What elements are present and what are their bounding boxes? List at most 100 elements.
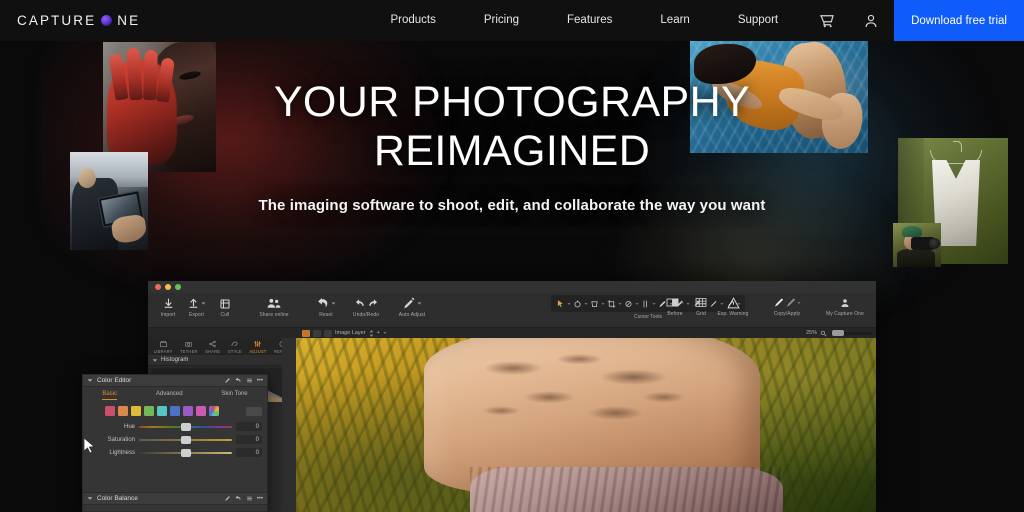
color-editor-title: Color Editor xyxy=(97,377,132,384)
top-navigation-bar: CAPTURE NE Products Pricing Features Lea… xyxy=(0,0,1024,41)
reset-icon[interactable] xyxy=(235,377,242,384)
share-tab-icon xyxy=(209,340,216,348)
image-viewer[interactable] xyxy=(296,338,876,512)
window-minimize-button[interactable] xyxy=(165,284,171,290)
saturation-slider-knob[interactable] xyxy=(180,435,191,444)
tool-tab-share-label: SHARE xyxy=(205,349,221,354)
picker-icon[interactable] xyxy=(224,377,231,384)
chevron-down-icon[interactable] xyxy=(152,358,158,363)
color-swatch-magenta[interactable] xyxy=(196,406,206,416)
spot-removal-cursor-icon[interactable] xyxy=(623,297,634,310)
saturation-slider-value[interactable]: 0 xyxy=(236,435,262,444)
color-editor-tab-skin-tone[interactable]: Skin Tone xyxy=(221,391,247,399)
add-layer-button[interactable]: + xyxy=(377,330,380,336)
chevron-updown-icon[interactable] xyxy=(369,329,374,337)
list-icon[interactable] xyxy=(246,377,253,384)
tool-tab-share[interactable]: SHARE xyxy=(205,340,220,354)
nav-item-support[interactable]: Support xyxy=(714,0,802,41)
cursor-tools-label: Cursor Tools xyxy=(634,314,662,320)
color-balance-header[interactable]: Color Balance ••• xyxy=(83,493,267,505)
toolbar-cull-button[interactable]: Cull xyxy=(211,296,239,318)
hue-slider[interactable] xyxy=(139,422,232,431)
page-title: YOUR PHOTOGRAPHY REIMAGINED xyxy=(0,78,1024,175)
lightness-slider[interactable] xyxy=(139,448,232,457)
tether-icon xyxy=(185,342,193,347)
toolbar-copy-apply-label: Copy/Apply xyxy=(773,311,801,317)
layer-select[interactable]: Image Layer xyxy=(335,330,366,336)
nav-item-pricing[interactable]: Pricing xyxy=(460,0,543,41)
window-close-button[interactable] xyxy=(155,284,161,290)
zoom-slider-knob[interactable] xyxy=(832,330,844,336)
crop-cursor-icon[interactable] xyxy=(606,297,617,310)
tool-tab-library[interactable]: LIBRARY xyxy=(154,340,173,354)
straighten-cursor-icon[interactable] xyxy=(640,297,651,310)
chevron-down-icon[interactable] xyxy=(383,331,387,335)
editing-preview-photo xyxy=(296,338,876,512)
color-swatch-red[interactable] xyxy=(105,406,115,416)
chevron-down-icon[interactable] xyxy=(87,496,93,501)
download-free-trial-button[interactable]: Download free trial xyxy=(894,0,1024,41)
lightness-slider-knob[interactable] xyxy=(180,448,191,457)
toolbar-auto-adjust-button[interactable]: Auto Adjust xyxy=(389,296,435,318)
account-icon[interactable] xyxy=(862,12,880,30)
histogram-panel-header[interactable]: Histogram ••• xyxy=(148,355,296,366)
toolbar-before-button[interactable]: Before xyxy=(660,295,690,317)
lightness-slider-value[interactable]: 0 xyxy=(236,448,262,457)
ellipsis-icon[interactable]: ••• xyxy=(257,496,263,502)
nav-item-features[interactable]: Features xyxy=(543,0,636,41)
ellipsis-icon[interactable]: ••• xyxy=(257,378,263,384)
toolbar-undo-redo-button[interactable]: Undo/Redo xyxy=(343,296,389,318)
color-swatch-green[interactable] xyxy=(144,406,154,416)
color-editor-tab-advanced[interactable]: Advanced xyxy=(156,391,183,399)
nav-item-learn[interactable]: Learn xyxy=(636,0,713,41)
window-zoom-button[interactable] xyxy=(175,284,181,290)
hero-copy: YOUR PHOTOGRAPHY REIMAGINED The imaging … xyxy=(0,78,1024,214)
panel-scroll-strip[interactable] xyxy=(282,338,296,512)
logo-text-capture: CAPTURE xyxy=(17,13,97,28)
brand-logo[interactable]: CAPTURE NE xyxy=(17,13,140,28)
import-icon xyxy=(162,296,175,311)
tool-tab-style[interactable]: STYLE xyxy=(228,340,242,354)
layer-view-icon[interactable] xyxy=(313,329,321,337)
toolbar-exposure-warning-button[interactable]: Exp. Warning xyxy=(712,295,754,317)
library-icon xyxy=(159,341,167,347)
picker-icon[interactable] xyxy=(224,495,231,502)
saturation-slider[interactable] xyxy=(139,435,232,444)
hue-slider-row: Hue 0 xyxy=(83,420,267,433)
toolbar-copy-apply-button[interactable]: Copy/Apply xyxy=(766,295,808,317)
rotate-cursor-icon[interactable] xyxy=(572,297,583,310)
color-editor-tab-basic[interactable]: Basic xyxy=(102,391,118,400)
toolbar-reset-button[interactable]: Reset xyxy=(309,296,343,318)
chevron-down-icon[interactable] xyxy=(87,378,93,383)
hue-slider-value[interactable]: 0 xyxy=(236,422,262,431)
keystone-cursor-icon[interactable] xyxy=(589,297,600,310)
auto-adjust-icon xyxy=(402,296,422,311)
cart-icon[interactable] xyxy=(818,12,836,30)
color-swatch-more-button[interactable] xyxy=(246,406,262,416)
color-swatch-cyan[interactable] xyxy=(157,406,167,416)
tool-tab-tether-label: TETHER xyxy=(180,349,198,354)
reset-icon[interactable] xyxy=(235,495,242,502)
toolbar-my-capture-one-button[interactable]: My Capture One xyxy=(820,295,870,317)
layers-grid-icon[interactable] xyxy=(302,329,310,337)
layer-mask-icon[interactable] xyxy=(324,329,332,337)
list-icon[interactable] xyxy=(246,495,253,502)
toolbar-grid-button[interactable]: Grid xyxy=(690,295,712,317)
pan-cursor-icon[interactable] xyxy=(555,297,566,310)
zoom-controls: 25% xyxy=(806,330,872,337)
toolbar-share-online-button[interactable]: Share online xyxy=(251,296,297,318)
zoom-slider[interactable] xyxy=(830,330,872,336)
toolbar-export-button[interactable]: Export xyxy=(182,296,211,318)
tool-tab-tether[interactable]: TETHER xyxy=(180,340,198,354)
color-swatch-orange[interactable] xyxy=(118,406,128,416)
hue-slider-knob[interactable] xyxy=(180,422,191,431)
color-swatch-custom[interactable] xyxy=(209,406,219,416)
color-swatch-purple[interactable] xyxy=(183,406,193,416)
tool-tab-adjust[interactable]: ADJUST xyxy=(249,340,266,354)
toolbar-import-button[interactable]: Import xyxy=(154,296,182,318)
color-swatch-yellow[interactable] xyxy=(131,406,141,416)
color-swatch-blue[interactable] xyxy=(170,406,180,416)
color-editor-header[interactable]: Color Editor ••• xyxy=(83,375,267,387)
magnifier-icon[interactable] xyxy=(820,330,827,337)
nav-item-products[interactable]: Products xyxy=(366,0,459,41)
